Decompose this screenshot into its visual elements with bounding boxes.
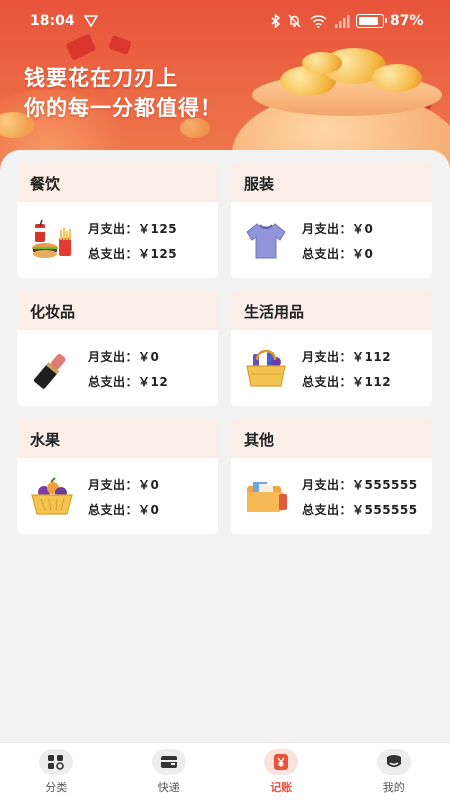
clock: 18:04 <box>30 13 75 29</box>
hero-slogan-line2: 你的每一分都值得！ <box>24 96 222 120</box>
category-card-fruit[interactable]: 水果 月支出：￥0 总支出：￥0 <box>17 420 218 534</box>
category-title: 餐饮 <box>17 164 218 202</box>
fruit-basket-icon <box>31 477 73 515</box>
package-icon <box>151 749 186 775</box>
monthly-expense: 月支出：￥125 <box>88 222 178 236</box>
bottom-nav: 分类 快递 记账 我的 <box>0 742 450 800</box>
ledger-yuan-icon <box>264 749 299 775</box>
basket-icon <box>246 349 286 387</box>
bluetooth-icon <box>270 14 280 28</box>
category-title: 生活用品 <box>231 292 432 330</box>
category-title: 其他 <box>231 420 432 458</box>
monthly-expense: 月支出：￥0 <box>88 350 160 364</box>
monthly-expense: 月支出：￥0 <box>302 222 374 236</box>
category-card-clothing[interactable]: 服装 月支出：￥0 总支出：￥0 <box>231 164 432 278</box>
lipstick-icon <box>33 353 66 389</box>
category-title: 水果 <box>17 420 218 458</box>
status-bar: 18:04 87% <box>0 0 450 44</box>
nav-item-ledger[interactable]: 记账 <box>225 743 338 800</box>
category-card-dining[interactable]: 餐饮 月支出：￥125 总支出：￥125 <box>17 164 218 278</box>
hero-slogan-line1: 钱要花在刀刃上 <box>24 66 178 90</box>
nav-item-profile[interactable]: 我的 <box>338 743 450 800</box>
total-expense: 总支出：￥0 <box>302 247 374 261</box>
total-expense: 总支出：￥112 <box>302 375 392 389</box>
category-grid-icon <box>39 749 74 775</box>
monthly-expense: 月支出：￥555555 <box>302 478 418 492</box>
category-panel: 餐饮 月支出：￥125 总支出：￥125 服装 月支出：￥0 总支出：￥0 化妆… <box>0 150 450 742</box>
category-card-cosmetics[interactable]: 化妆品 月支出：￥0 总支出：￥12 <box>17 292 218 406</box>
category-card-other[interactable]: 其他 月支出：￥555555 总支出：￥555555 <box>231 420 432 534</box>
profile-icon <box>376 749 411 775</box>
monthly-expense: 月支出：￥0 <box>88 478 160 492</box>
category-title: 服装 <box>231 164 432 202</box>
total-expense: 总支出：￥555555 <box>302 503 418 517</box>
battery-percentage: 87% <box>390 13 424 29</box>
signal-icon <box>333 14 351 28</box>
category-card-daily-goods[interactable]: 生活用品 月支出：￥112 总支出：￥112 <box>231 292 432 406</box>
folder-icon <box>247 482 287 512</box>
total-expense: 总支出：￥125 <box>88 247 178 261</box>
total-expense: 总支出：￥0 <box>88 503 160 517</box>
fast-food-icon <box>32 219 71 258</box>
category-title: 化妆品 <box>17 292 218 330</box>
notification-app-icon <box>83 14 99 28</box>
battery-icon <box>356 14 387 28</box>
mute-bell-icon <box>287 14 301 28</box>
tshirt-icon <box>246 223 286 259</box>
nav-label: 分类 <box>45 781 68 794</box>
total-expense: 总支出：￥12 <box>88 375 169 389</box>
monthly-expense: 月支出：￥112 <box>302 350 392 364</box>
nav-item-category[interactable]: 分类 <box>0 743 113 800</box>
wifi-icon <box>309 14 327 28</box>
nav-item-express[interactable]: 快递 <box>113 743 226 800</box>
nav-label: 我的 <box>382 781 405 794</box>
nav-label: 快递 <box>157 781 180 794</box>
nav-label: 记账 <box>270 781 293 794</box>
